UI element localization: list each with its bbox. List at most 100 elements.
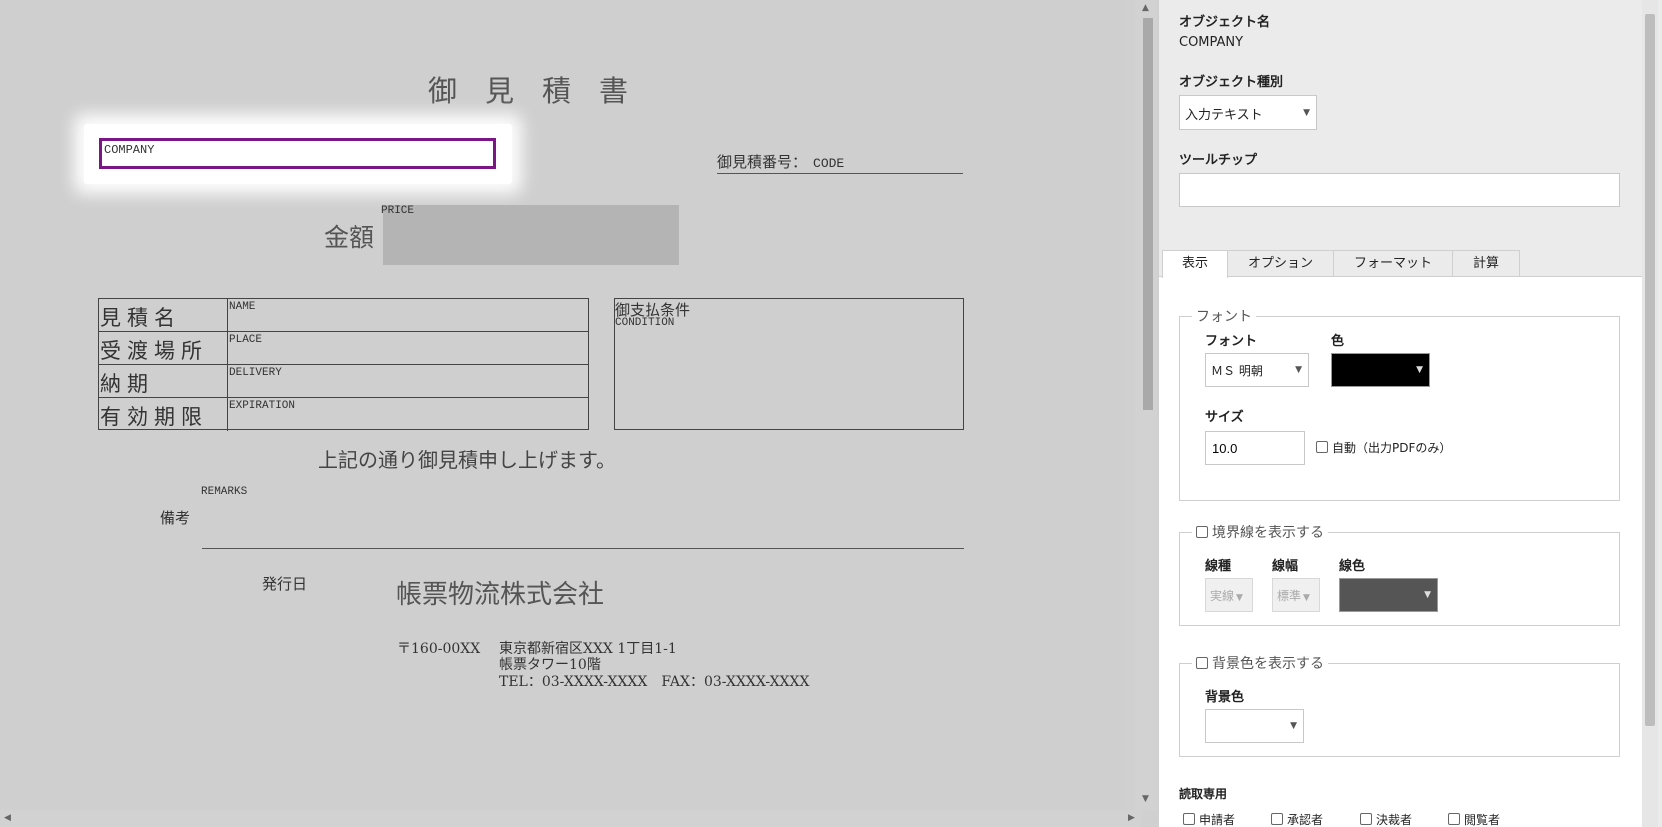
checkbox-icon[interactable]: [1360, 813, 1372, 825]
address-line-3: TEL：03-XXXX-XXXX FAX：03-XXXX-XXXX: [499, 674, 810, 690]
color-label: 色: [1331, 334, 1345, 349]
canvas-vertical-scroll-thumb[interactable]: [1143, 18, 1153, 410]
document-canvas[interactable]: 御見積書 COMPANY 御見積番号： CODE 金額 PRICE 見積名 NAM…: [0, 0, 1125, 810]
role-label: 決裁者: [1376, 813, 1413, 827]
info-row-name: 見積名 NAME: [99, 299, 588, 332]
tooltip-label: ツールチップ: [1179, 153, 1258, 168]
font-section-legend: フォント: [1196, 309, 1252, 325]
role-checkbox[interactable]: 申請者: [1183, 811, 1235, 827]
chevron-down-icon: ▼: [1295, 365, 1302, 375]
statement-text: 上記の通り御見積申し上げます。: [318, 448, 616, 472]
chevron-down-icon: ▼: [1303, 107, 1310, 118]
properties-panel: オブジェクト名 COMPANY オブジェクト種別 入力テキスト ▼ ツールチップ…: [1159, 0, 1662, 827]
background-section-legend[interactable]: 背景色を表示する: [1192, 653, 1328, 673]
font-color-picker[interactable]: ▼: [1331, 353, 1430, 387]
line-type-select[interactable]: 実線 ▼: [1205, 578, 1253, 612]
info-row-expiration: 有効期限 EXPIRATION: [99, 398, 588, 431]
info-row-label: 有効期限: [100, 405, 208, 429]
tab-content-display: フォント フォント 色 ＭＳ 明朝 ▼ ▼ サイズ 自動（出力PDFのみ） 境界…: [1159, 276, 1646, 827]
chevron-down-icon: ▼: [1416, 365, 1423, 375]
info-row-field[interactable]: EXPIRATION: [229, 400, 295, 412]
chevron-down-icon: ▼: [1424, 590, 1431, 600]
role-checkbox[interactable]: 決裁者: [1360, 811, 1412, 827]
tab-display[interactable]: 表示: [1162, 250, 1228, 278]
font-select[interactable]: ＭＳ 明朝 ▼: [1205, 353, 1309, 387]
checkbox-icon[interactable]: [1448, 813, 1460, 825]
panel-scrollbar[interactable]: [1642, 0, 1658, 827]
checkbox-icon[interactable]: [1196, 657, 1208, 669]
tab-options[interactable]: オプション: [1227, 250, 1334, 277]
scroll-down-icon[interactable]: ▼: [1142, 794, 1149, 804]
postal-code: 〒160-00XX: [397, 641, 481, 657]
quote-number[interactable]: 御見積番号： CODE: [717, 151, 963, 174]
info-row-label: 受渡場所: [100, 339, 208, 363]
info-row-field[interactable]: NAME: [229, 301, 255, 313]
company-field[interactable]: COMPANY: [99, 138, 496, 169]
line-color-picker[interactable]: ▼: [1339, 578, 1438, 612]
issue-date-label: 発行日: [262, 575, 308, 593]
role-checkbox[interactable]: 承認者: [1271, 811, 1323, 827]
line-type-label: 線種: [1205, 559, 1232, 574]
company-field-highlight: COMPANY: [84, 124, 512, 184]
info-row-place: 受渡場所 PLACE: [99, 332, 588, 365]
role-checkbox[interactable]: 閲覧者: [1448, 811, 1500, 827]
role-label: 承認者: [1287, 813, 1324, 827]
scroll-left-icon[interactable]: ◀: [4, 813, 11, 823]
remarks-field[interactable]: REMARKS: [201, 486, 247, 498]
object-type-value: 入力テキスト: [1185, 108, 1263, 123]
remarks-underline: [202, 548, 964, 549]
info-row-field[interactable]: DELIVERY: [229, 367, 282, 379]
quote-number-field: CODE: [813, 156, 845, 171]
size-input[interactable]: [1205, 431, 1305, 465]
document-title: 御見積書: [428, 74, 657, 108]
role-label: 申請者: [1199, 813, 1236, 827]
border-section-label: 境界線を表示する: [1212, 525, 1324, 541]
panel-scroll-thumb[interactable]: [1645, 14, 1655, 726]
info-row-delivery: 納期 DELIVERY: [99, 365, 588, 398]
checkbox-icon[interactable]: [1196, 526, 1208, 538]
amount-label: 金額: [324, 223, 375, 252]
line-width-value: 標準: [1277, 589, 1302, 603]
scroll-right-icon[interactable]: ▶: [1128, 813, 1135, 823]
scroll-up-icon[interactable]: ▲: [1142, 3, 1149, 13]
canvas-vertical-scrollbar[interactable]: ▲ ▼: [1135, 0, 1157, 810]
line-type-value: 実線: [1210, 589, 1235, 603]
checkbox-icon[interactable]: [1183, 813, 1195, 825]
canvas-horizontal-scrollbar[interactable]: ◀ ▶: [0, 810, 1142, 827]
condition-box[interactable]: 御支払条件 CONDITION: [614, 298, 964, 430]
condition-field: CONDITION: [615, 317, 675, 329]
background-section-label: 背景色を表示する: [1212, 656, 1324, 672]
info-table: 見積名 NAME 受渡場所 PLACE 納期 DELIVERY 有効期限 EXP…: [98, 298, 589, 431]
object-name-value: COMPANY: [1179, 35, 1244, 50]
object-type-label: オブジェクト種別: [1179, 75, 1284, 90]
readonly-label: 読取専用: [1179, 787, 1228, 801]
bg-color-label: 背景色: [1205, 690, 1245, 705]
quote-number-label: 御見積番号：: [717, 153, 808, 171]
object-name-label: オブジェクト名: [1179, 15, 1271, 30]
line-width-select[interactable]: 標準 ▼: [1272, 578, 1320, 612]
auto-size-checkbox[interactable]: 自動（出力PDFのみ）: [1316, 439, 1451, 456]
info-row-label: 見積名: [100, 306, 181, 330]
object-type-select[interactable]: 入力テキスト ▼: [1179, 95, 1317, 130]
price-field-text: PRICE: [381, 205, 415, 217]
price-field[interactable]: [383, 205, 679, 265]
chevron-down-icon: ▼: [1290, 721, 1297, 731]
bg-color-select[interactable]: ▼: [1205, 709, 1304, 743]
border-section-legend[interactable]: 境界線を表示する: [1192, 522, 1328, 542]
line-width-label: 線幅: [1272, 559, 1299, 574]
checkbox-icon[interactable]: [1271, 813, 1283, 825]
font-value: ＭＳ 明朝: [1211, 364, 1263, 378]
tab-format[interactable]: フォーマット: [1333, 250, 1453, 277]
chevron-down-icon: ▼: [1303, 593, 1310, 603]
info-row-field[interactable]: PLACE: [229, 334, 262, 346]
chevron-down-icon: ▼: [1236, 593, 1243, 603]
issuer-company-name: 帳票物流株式会社: [396, 580, 605, 610]
auto-size-label: 自動（出力PDFのみ）: [1332, 441, 1452, 455]
checkbox-icon[interactable]: [1316, 441, 1328, 453]
info-row-label: 納期: [100, 372, 154, 396]
company-field-text: COMPANY: [104, 143, 155, 157]
tab-calculation[interactable]: 計算: [1452, 250, 1520, 277]
tooltip-input[interactable]: [1179, 173, 1620, 207]
role-label: 閲覧者: [1464, 813, 1501, 827]
line-color-label: 線色: [1339, 559, 1366, 574]
